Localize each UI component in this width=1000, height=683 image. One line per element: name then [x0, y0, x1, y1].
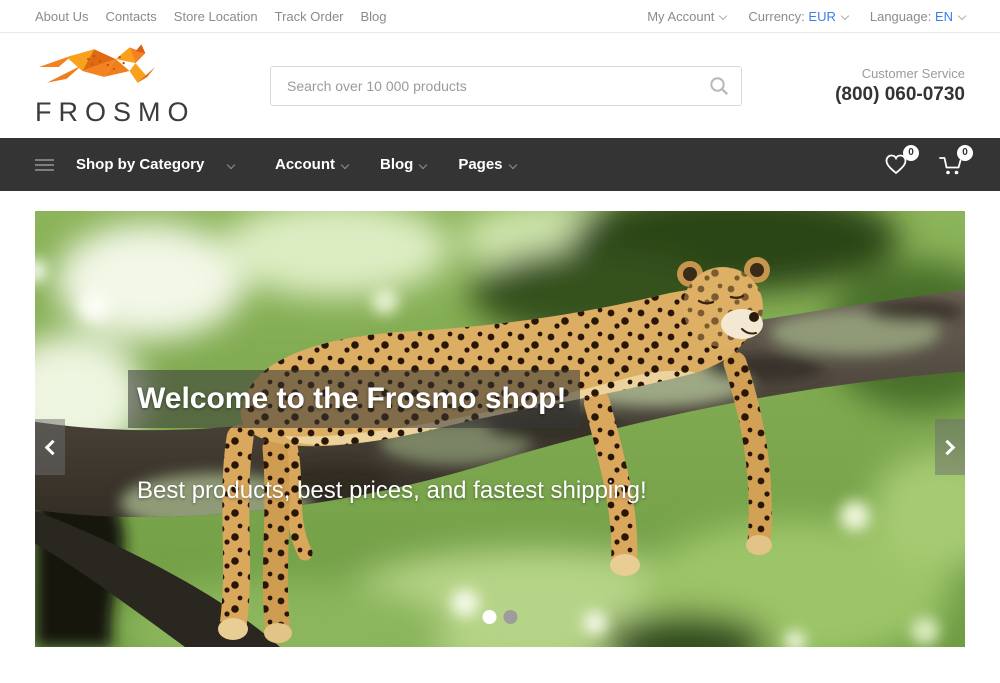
- link-blog[interactable]: Blog: [361, 9, 387, 24]
- link-about-us[interactable]: About Us: [35, 9, 88, 24]
- search-bar: [270, 66, 742, 106]
- nav-item-pages[interactable]: Pages: [458, 156, 515, 173]
- hamburger-icon: [35, 156, 54, 174]
- topbar-links: About Us Contacts Store Location Track O…: [35, 9, 387, 24]
- main-navigation: Shop by Category Account Blog Pages 0: [0, 138, 1000, 191]
- carousel-dot-2[interactable]: [504, 610, 518, 624]
- currency-value: EUR: [808, 9, 835, 24]
- wishlist-button[interactable]: 0: [883, 151, 911, 179]
- chevron-down-icon: [227, 160, 235, 168]
- hero-title: Welcome to the Frosmo shop!: [137, 382, 566, 415]
- hero-carousel: Welcome to the Frosmo shop! Best product…: [35, 211, 965, 647]
- language-dropdown[interactable]: Language: EN: [870, 9, 965, 24]
- shop-by-category-label: Shop by Category: [76, 156, 204, 173]
- logo[interactable]: FROSMO: [35, 43, 270, 128]
- search-input[interactable]: [270, 66, 742, 106]
- carousel-next-button[interactable]: [935, 419, 965, 475]
- chevron-down-icon: [958, 11, 966, 19]
- link-contacts[interactable]: Contacts: [105, 9, 156, 24]
- chevron-down-icon: [841, 11, 849, 19]
- wishlist-count-badge: 0: [903, 145, 919, 161]
- my-account-dropdown[interactable]: My Account: [647, 9, 726, 24]
- topbar-right: My Account Currency: EUR Language: EN: [647, 9, 965, 24]
- carousel-dot-1[interactable]: [483, 610, 497, 624]
- hero-image-leopard-on-branch: [35, 211, 965, 647]
- nav-menu: Account Blog Pages: [275, 156, 516, 173]
- chevron-right-icon: [940, 439, 956, 455]
- carousel-dots: [483, 610, 518, 624]
- carousel-prev-button[interactable]: [35, 419, 65, 475]
- nav-item-label: Blog: [380, 156, 413, 173]
- link-store-location[interactable]: Store Location: [174, 9, 258, 24]
- search-icon[interactable]: [709, 76, 729, 96]
- nav-item-label: Account: [275, 156, 335, 173]
- language-label: Language:: [870, 9, 931, 24]
- nav-icons: 0 0: [883, 151, 965, 179]
- page: About Us Contacts Store Location Track O…: [0, 0, 1000, 683]
- cheetah-logo-icon: [37, 43, 165, 95]
- currency-label: Currency:: [748, 9, 804, 24]
- nav-item-label: Pages: [458, 156, 502, 173]
- link-track-order[interactable]: Track Order: [275, 9, 344, 24]
- chevron-down-icon: [508, 160, 516, 168]
- logo-text: FROSMO: [35, 97, 270, 128]
- header: FROSMO Customer Service (800) 060-0730: [0, 33, 1000, 138]
- cart-button[interactable]: 0: [937, 151, 965, 179]
- nav-item-blog[interactable]: Blog: [380, 156, 426, 173]
- cart-count-badge: 0: [957, 145, 973, 161]
- topbar: About Us Contacts Store Location Track O…: [0, 0, 1000, 33]
- currency-dropdown[interactable]: Currency: EUR: [748, 9, 847, 24]
- customer-service: Customer Service (800) 060-0730: [742, 66, 965, 106]
- chevron-down-icon: [419, 160, 427, 168]
- my-account-label: My Account: [647, 9, 714, 24]
- shop-by-category-menu[interactable]: Shop by Category: [35, 156, 275, 174]
- chevron-down-icon: [341, 160, 349, 168]
- nav-item-account[interactable]: Account: [275, 156, 348, 173]
- hero-subtitle: Best products, best prices, and fastest …: [137, 477, 647, 505]
- customer-service-phone: (800) 060-0730: [742, 84, 965, 106]
- chevron-left-icon: [45, 439, 61, 455]
- hero-title-box: Welcome to the Frosmo shop!: [128, 370, 580, 428]
- customer-service-label: Customer Service: [742, 66, 965, 81]
- chevron-down-icon: [719, 11, 727, 19]
- language-value: EN: [935, 9, 953, 24]
